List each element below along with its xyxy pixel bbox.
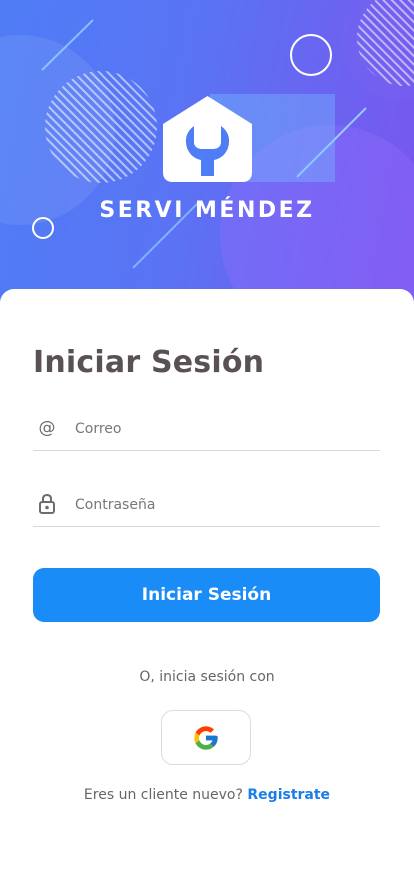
register-prompt-text: Eres un cliente nuevo? bbox=[83, 787, 243, 803]
register-link[interactable]: Registrate bbox=[247, 787, 330, 803]
password-input[interactable] bbox=[73, 482, 377, 528]
social-divider-text: O, inicia sesión con bbox=[139, 669, 275, 685]
email-field[interactable]: @ bbox=[33, 406, 380, 452]
password-field[interactable] bbox=[33, 482, 380, 528]
wrench-house-icon bbox=[163, 96, 252, 182]
decor-ring bbox=[290, 34, 332, 76]
at-icon: @ bbox=[38, 418, 56, 438]
google-signin-button[interactable] bbox=[161, 710, 251, 765]
register-prompt: Eres un cliente nuevo? Registrate bbox=[0, 787, 414, 803]
lock-icon bbox=[36, 482, 58, 526]
hero-header: SERVI MÉNDEZ bbox=[0, 0, 414, 320]
decor-striped-circle bbox=[45, 71, 157, 183]
email-input[interactable] bbox=[73, 406, 377, 452]
login-button[interactable]: Iniciar Sesión bbox=[33, 568, 380, 622]
google-icon bbox=[194, 725, 218, 750]
brand-name: SERVI MÉNDEZ bbox=[99, 198, 315, 223]
app-logo bbox=[161, 94, 254, 182]
page-title: Iniciar Sesión bbox=[33, 345, 265, 380]
